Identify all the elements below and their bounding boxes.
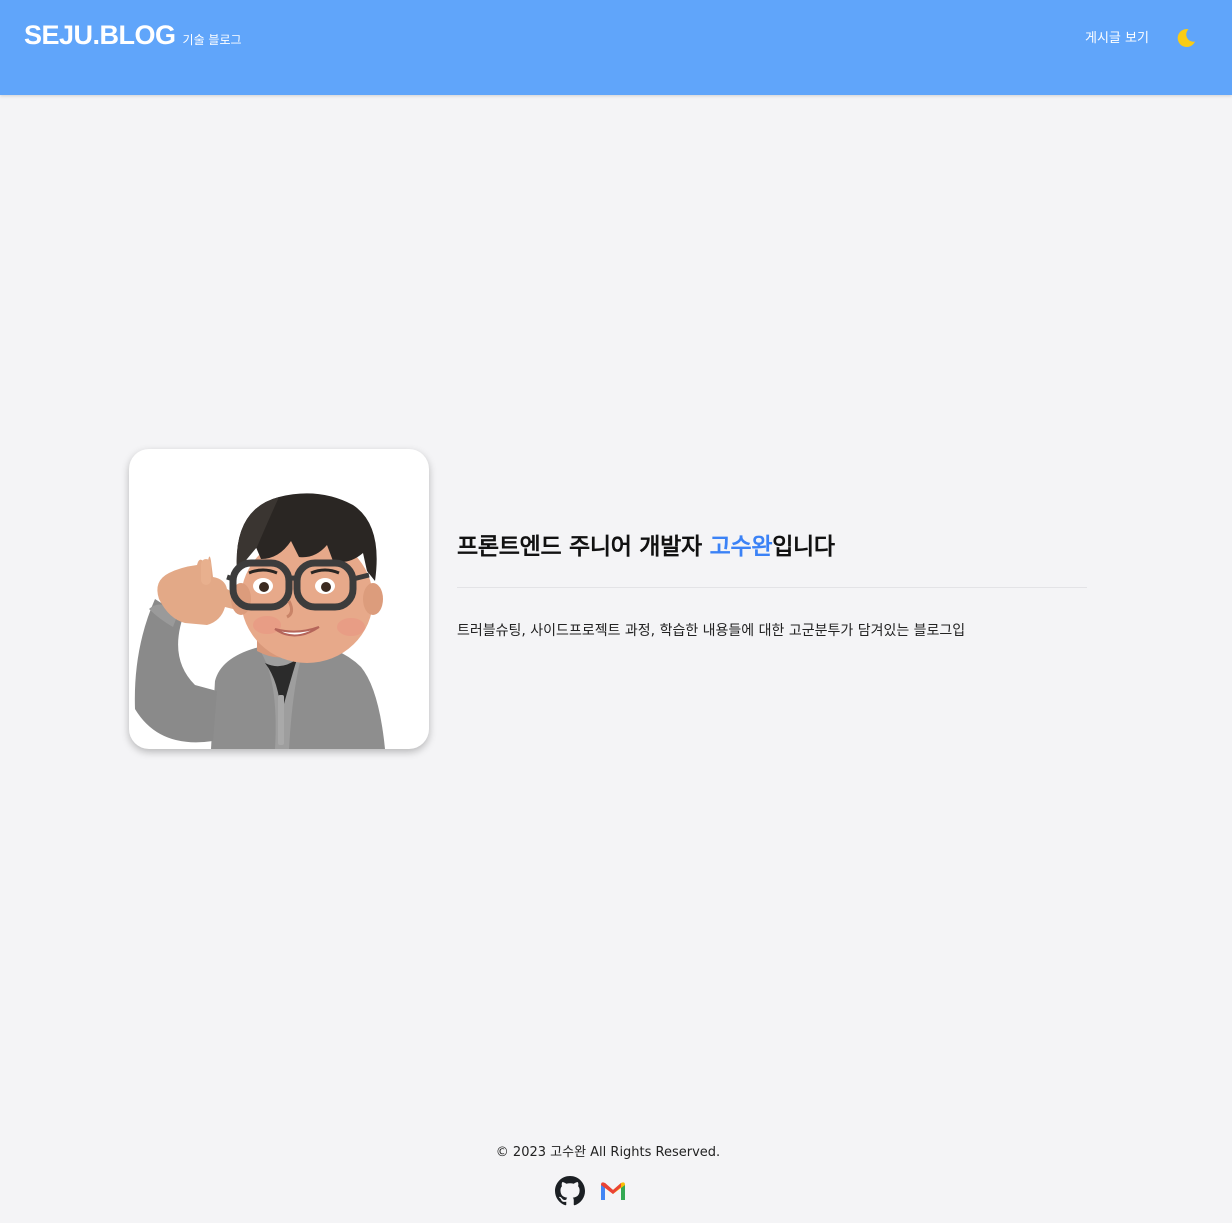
github-link[interactable] [555,1176,585,1210]
site-brand-link[interactable]: SEJU.BLOG 기술 블로그 [24,20,242,51]
brand-title: SEJU.BLOG [24,20,176,50]
theme-toggle-button[interactable] [1174,26,1198,50]
copyright-text: © 2023 고수완 All Rights Reserved. [495,1145,721,1160]
divider [457,587,1087,588]
github-icon [555,1176,585,1206]
author-name: 고수완 [709,534,773,560]
profile-avatar [129,449,429,749]
intro-text: 프론트엔드 주니어 개발자 고수완입니다 트러블슈팅, 사이드프로젝트 과정, … [457,527,1087,654]
site-header: SEJU.BLOG 기술 블로그 게시글 보기 [0,0,1232,95]
gmail-link[interactable] [599,1180,627,1206]
brand-subtitle: 기술 블로그 [182,33,242,47]
social-links [555,1176,627,1210]
blog-description: 트러블슈팅, 사이드프로젝트 과정, 학습한 내용들에 대한 고군분투가 담겨있… [457,623,966,639]
gmail-icon [601,1182,625,1200]
moon-icon [1177,29,1195,48]
page-title: 프론트엔드 주니어 개발자 고수완입니다 [457,527,1087,561]
headline-prefix: 프론트엔드 주니어 개발자 [457,534,710,560]
nav-posts-link[interactable]: 게시글 보기 [1085,27,1149,46]
site-footer: © 2023 고수완 All Rights Reserved. [0,1141,1232,1206]
headline-suffix: 입니다 [772,534,835,560]
memoji-avatar-icon [134,493,385,749]
